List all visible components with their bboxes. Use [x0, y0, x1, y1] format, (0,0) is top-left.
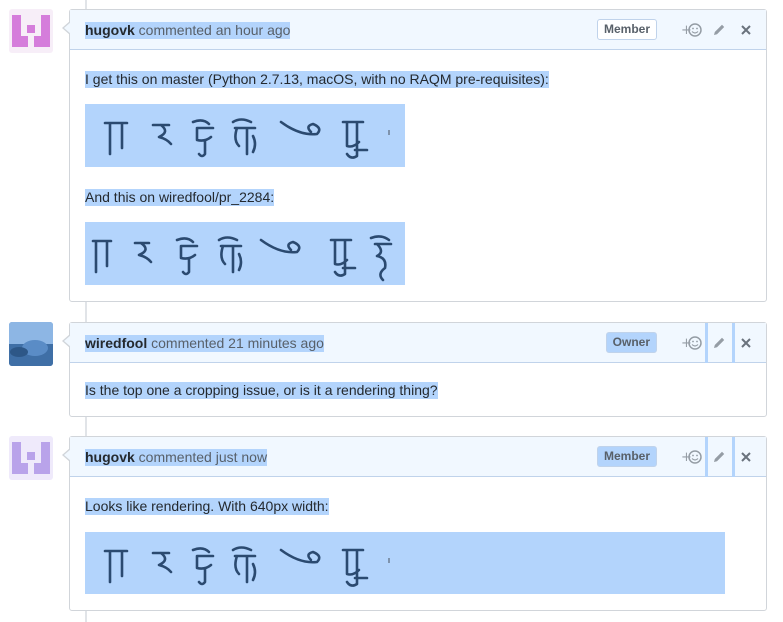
add-reaction-button[interactable]: + — [680, 445, 704, 469]
role-badge: Owner — [605, 332, 657, 353]
comment-header: hugovk commented just now Member + — [70, 437, 766, 477]
role-badge: Member — [596, 19, 657, 40]
comment-author[interactable]: hugovk — [85, 449, 135, 465]
close-icon — [741, 338, 751, 348]
rendered-text-image — [85, 104, 405, 167]
comment-actions: + — [677, 437, 758, 477]
add-reaction-button[interactable]: + — [680, 18, 704, 42]
rendered-text-image — [85, 222, 405, 285]
role-badge: Member — [596, 446, 657, 467]
comment-time[interactable]: 21 minutes ago — [228, 335, 324, 351]
comment-meta: hugovk commented an hour ago — [85, 22, 291, 39]
comment-paragraph: I get this on master (Python 2.7.13, mac… — [85, 71, 549, 88]
comment-header: hugovk commented an hour ago Member + — [70, 10, 766, 50]
close-icon — [741, 25, 751, 35]
comment-actions: + — [677, 18, 758, 42]
comment-time[interactable]: just now — [216, 449, 267, 465]
delete-button[interactable] — [732, 437, 758, 477]
pencil-icon — [714, 337, 725, 348]
add-reaction-icon: + — [681, 23, 702, 38]
comment: hugovk commented an hour ago Member + I … — [62, 9, 767, 302]
comment-action: commented — [138, 449, 212, 465]
comment-author[interactable]: hugovk — [85, 22, 135, 38]
delete-button[interactable] — [734, 18, 758, 42]
add-reaction-icon: + — [681, 336, 702, 351]
close-icon — [741, 452, 751, 462]
avatar[interactable] — [9, 436, 53, 480]
rendered-text-image — [85, 532, 725, 594]
comment-actions: + — [677, 323, 758, 363]
avatar[interactable] — [9, 322, 53, 366]
pencil-icon — [714, 451, 725, 462]
edit-button[interactable] — [705, 323, 731, 363]
pencil-icon — [714, 24, 725, 35]
comment-time[interactable]: an hour ago — [216, 22, 291, 38]
comment-header: wiredfool commented 21 minutes ago Owner… — [70, 323, 766, 363]
edit-button[interactable] — [705, 437, 731, 477]
comment: wiredfool commented 21 minutes ago Owner… — [62, 322, 767, 417]
comment-meta: hugovk commented just now — [85, 449, 268, 466]
comment-action: commented — [138, 22, 212, 38]
edit-button[interactable] — [707, 18, 731, 42]
comment-meta: wiredfool commented 21 minutes ago — [85, 335, 324, 352]
comment-paragraph: Is the top one a cropping issue, or is i… — [85, 382, 438, 399]
delete-button[interactable] — [732, 323, 758, 363]
add-reaction-icon: + — [681, 450, 702, 465]
comment-paragraph: Looks like rendering. With 640px width: — [85, 498, 329, 515]
comment-paragraph: And this on wiredfool/pr_2284: — [85, 189, 275, 206]
comment-action: commented — [151, 335, 225, 351]
avatar[interactable] — [9, 9, 53, 53]
comment: hugovk commented just now Member + Looks… — [62, 436, 767, 611]
comment-author[interactable]: wiredfool — [85, 335, 147, 351]
add-reaction-button[interactable]: + — [680, 331, 704, 355]
